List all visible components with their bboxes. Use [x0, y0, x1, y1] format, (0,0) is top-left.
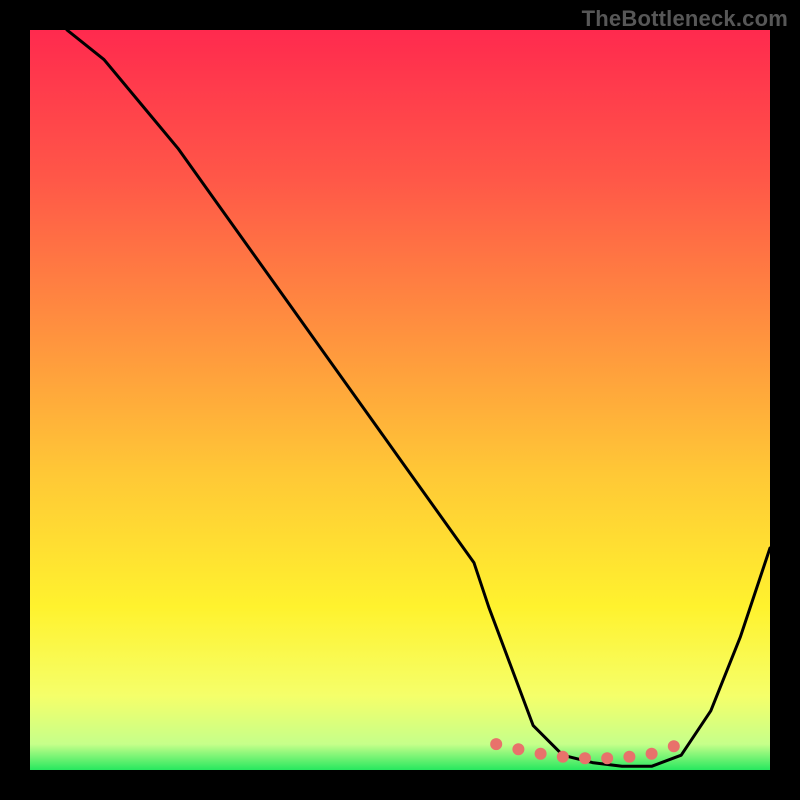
- chart-svg: [30, 30, 770, 770]
- marker-dot: [623, 751, 635, 763]
- bottleneck-curve: [67, 30, 770, 766]
- marker-dot: [535, 748, 547, 760]
- optimal-zone-markers: [490, 738, 680, 764]
- chart-frame: [30, 30, 770, 770]
- marker-dot: [668, 740, 680, 752]
- watermark-text: TheBottleneck.com: [582, 6, 788, 32]
- marker-dot: [557, 751, 569, 763]
- marker-dot: [490, 738, 502, 750]
- marker-dot: [512, 743, 524, 755]
- marker-dot: [646, 748, 658, 760]
- marker-dot: [579, 752, 591, 764]
- marker-dot: [601, 752, 613, 764]
